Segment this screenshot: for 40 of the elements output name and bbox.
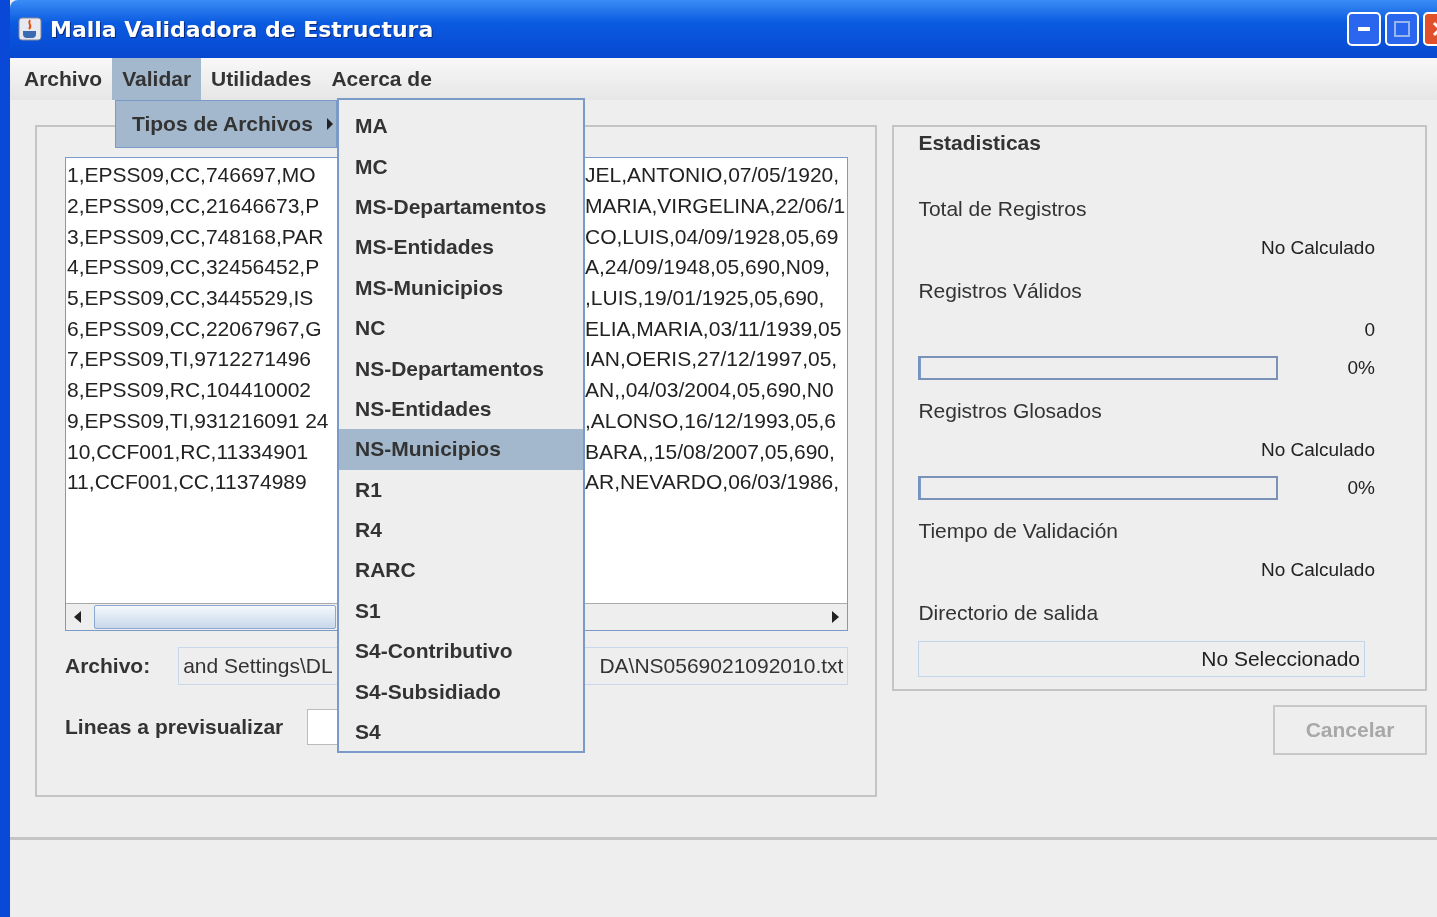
stat-label: Registros Glosados bbox=[918, 398, 1103, 424]
text-line: 4,EPSS09,CC,32456452,P bbox=[66, 255, 320, 280]
text-line: 5,EPSS09,CC,3445529,IS bbox=[66, 286, 314, 311]
text-line: 10,CCF001,RC,11334901 bbox=[66, 439, 309, 464]
text-line: 11,CCF001,CC,11374989 bbox=[66, 470, 307, 495]
text-line: 1,EPSS09,CC,746697,MO bbox=[66, 163, 316, 188]
text-line: ,LUIS,19/01/1925,05,690, bbox=[585, 286, 825, 311]
text-line: 7,EPSS09,TI,9712271496 bbox=[66, 347, 312, 372]
file-label: Archivo: bbox=[65, 654, 151, 678]
text-line: A,24/09/1948,05,690,N09, bbox=[585, 255, 831, 280]
stat-label: Registros Válidos bbox=[918, 278, 1083, 304]
file-path-end: DA\NS0569021092010.txt bbox=[599, 654, 844, 678]
stat-label: Tiempo de Validación bbox=[918, 518, 1120, 544]
progress-reading: 0% bbox=[1347, 477, 1375, 499]
file-path-start: and Settings\DL bbox=[183, 654, 333, 678]
stat-value: 0 bbox=[1364, 319, 1375, 341]
text-line: 3,EPSS09,CC,748168,PAR bbox=[66, 224, 324, 249]
text-line: CO,LUIS,04/09/1928,05,69 bbox=[585, 224, 839, 249]
window-title: Malla Validadora de Estructura bbox=[50, 16, 434, 42]
text-line: ELIA,MARIA,03/11/1939,05 bbox=[585, 316, 842, 341]
text-line: MARIA,VIRGELINA,22/06/1 bbox=[585, 194, 846, 219]
stat-label: Total de Registros bbox=[918, 196, 1088, 222]
stat-value: No Calculado bbox=[1260, 559, 1375, 581]
text-line: JEL,ANTONIO,07/05/1920, bbox=[585, 163, 840, 188]
stat-value: No Calculado bbox=[1260, 439, 1375, 461]
text-line: IAN,OERIS,27/12/1997,05, bbox=[585, 347, 838, 372]
text-line: 9,EPSS09,TI,931216091 24 bbox=[66, 408, 329, 433]
text-line: 6,EPSS09,CC,22067967,G bbox=[66, 316, 322, 341]
text-line: BARA,,15/08/2007,05,690, bbox=[585, 439, 835, 464]
text-line: AR,NEVARDO,06/03/1986, bbox=[585, 470, 840, 495]
text-line: 8,EPSS09,RC,104410002 bbox=[66, 378, 311, 403]
menu-item-label: Tipos de Archivos bbox=[132, 112, 313, 136]
stat-label: Directorio de salida bbox=[918, 600, 1100, 626]
text-line: ,ALONSO,16/12/1993,05,6 bbox=[585, 408, 836, 433]
progress-reading: 0% bbox=[1347, 357, 1375, 379]
lines-label: Lineas a previsualizar bbox=[65, 715, 284, 739]
stats-title: Estadisticas bbox=[918, 131, 1042, 156]
text-line: 2,EPSS09,CC,21646673,P bbox=[66, 194, 320, 219]
stat-value: No Calculado bbox=[1260, 237, 1375, 259]
text-line: AN,,04/03/2004,05,690,N0 bbox=[585, 378, 834, 403]
